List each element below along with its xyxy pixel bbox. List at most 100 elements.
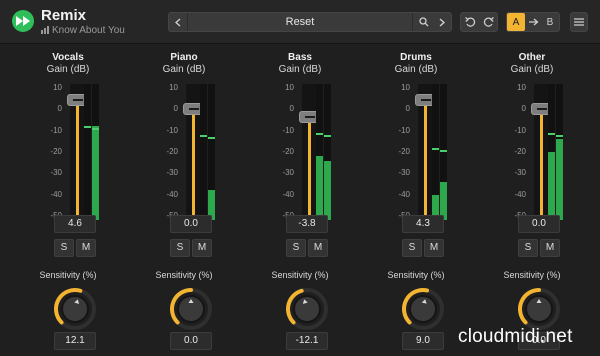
hamburger-menu-icon bbox=[574, 18, 584, 26]
level-meter-left bbox=[200, 84, 207, 220]
sensitivity-value-field[interactable]: 9.0 bbox=[402, 332, 444, 350]
sensitivity-label: Sensitivity (%) bbox=[155, 270, 213, 280]
sensitivity-value-field[interactable]: 0.0 bbox=[170, 332, 212, 350]
scale-tick-label: -20 bbox=[282, 147, 294, 156]
scale-tick-label: -30 bbox=[398, 168, 410, 178]
level-meter-left bbox=[316, 84, 323, 220]
gain-unit-label: Gain (dB) bbox=[278, 64, 322, 75]
level-meter-right bbox=[556, 84, 563, 220]
chevron-left-icon bbox=[175, 17, 181, 27]
gain-unit-label: Gain (dB) bbox=[394, 64, 438, 75]
mute-button[interactable]: M bbox=[192, 239, 212, 257]
redo-button[interactable] bbox=[479, 13, 497, 31]
channel-strip-other: OtherGain (dB)100-10-20-30-40-500.0SMSen… bbox=[474, 44, 590, 356]
solo-button[interactable]: S bbox=[402, 239, 422, 257]
ab-compare-group: A B bbox=[506, 12, 560, 32]
channel-name: Piano bbox=[170, 52, 198, 63]
scale-tick-label: -40 bbox=[50, 189, 62, 199]
scale-tick-label: 0 bbox=[521, 104, 526, 114]
undo-redo-group bbox=[460, 12, 498, 32]
scale-tick-label: -20 bbox=[514, 147, 526, 156]
sensitivity-knob[interactable] bbox=[50, 284, 100, 334]
gain-unit-label: Gain (dB) bbox=[46, 64, 90, 75]
scale-tick-label: 10 bbox=[53, 83, 62, 92]
scale-tick-label: -30 bbox=[166, 168, 178, 178]
scale-tick-label: -40 bbox=[166, 189, 178, 199]
prev-preset-button[interactable] bbox=[169, 13, 187, 31]
level-meter-right bbox=[92, 84, 99, 220]
solo-button[interactable]: S bbox=[54, 239, 74, 257]
gain-value-field[interactable]: 4.6 bbox=[54, 215, 96, 233]
channel-name: Drums bbox=[400, 52, 432, 63]
sensitivity-label: Sensitivity (%) bbox=[503, 270, 561, 280]
level-meter-right bbox=[324, 84, 331, 220]
scale-tick-label: -20 bbox=[166, 147, 178, 156]
sensitivity-value-field[interactable]: -12.1 bbox=[286, 332, 328, 350]
solo-button[interactable]: S bbox=[170, 239, 190, 257]
undo-icon bbox=[464, 17, 475, 27]
channel-name: Bass bbox=[288, 52, 312, 63]
scale-tick-label: 0 bbox=[405, 104, 410, 114]
plugin-header: Remix Know About You Reset A B bbox=[0, 0, 600, 44]
level-meter-right bbox=[208, 84, 215, 220]
mute-button[interactable]: M bbox=[424, 239, 444, 257]
mute-button[interactable]: M bbox=[308, 239, 328, 257]
gain-fader-fill bbox=[308, 117, 311, 220]
app-title: Remix bbox=[41, 7, 87, 24]
gain-value-field[interactable]: -3.8 bbox=[286, 215, 328, 233]
level-meter-left bbox=[432, 84, 439, 220]
gain-fader-fill bbox=[424, 100, 427, 220]
sensitivity-knob[interactable] bbox=[398, 284, 448, 334]
arrow-right-icon bbox=[529, 18, 539, 26]
preset-name[interactable]: Reset bbox=[187, 13, 413, 31]
scale-tick-label: -30 bbox=[514, 168, 526, 178]
channel-strip-bass: BassGain (dB)100-10-20-30-40-50-3.8SMSen… bbox=[242, 44, 358, 356]
play-logo-icon bbox=[12, 10, 34, 32]
redo-icon bbox=[483, 17, 494, 27]
scale-tick-label: -30 bbox=[50, 168, 62, 178]
scale-tick-label: 10 bbox=[169, 83, 178, 92]
scale-tick-label: -40 bbox=[398, 189, 410, 199]
sensitivity-knob[interactable] bbox=[282, 284, 332, 334]
channel-strip-vocals: VocalsGain (dB)100-10-20-30-40-504.6SMSe… bbox=[10, 44, 126, 356]
solo-button[interactable]: S bbox=[518, 239, 538, 257]
chevron-right-icon bbox=[439, 17, 445, 27]
scale-tick-label: -40 bbox=[514, 189, 526, 199]
level-bars-icon bbox=[41, 26, 49, 34]
gain-value-field[interactable]: 0.0 bbox=[518, 215, 560, 233]
level-meter-left bbox=[84, 84, 91, 220]
menu-button[interactable] bbox=[570, 12, 588, 32]
level-meter-right bbox=[440, 84, 447, 220]
search-icon bbox=[419, 17, 429, 27]
scale-tick-label: -10 bbox=[166, 125, 178, 135]
channel-name: Vocals bbox=[52, 52, 84, 63]
search-button[interactable] bbox=[415, 13, 433, 31]
ab-b-button[interactable]: B bbox=[541, 13, 559, 31]
solo-button[interactable]: S bbox=[286, 239, 306, 257]
scale-tick-label: 10 bbox=[401, 83, 410, 92]
next-preset-button[interactable] bbox=[433, 13, 451, 31]
undo-button[interactable] bbox=[461, 13, 479, 31]
gain-value-field[interactable]: 0.0 bbox=[170, 215, 212, 233]
watermark: cloudmidi.net bbox=[458, 326, 573, 347]
scale-tick-label: -10 bbox=[514, 125, 526, 135]
app-subtitle-text: Know About You bbox=[52, 25, 125, 36]
gain-value-field[interactable]: 4.3 bbox=[402, 215, 444, 233]
scale-tick-label: 10 bbox=[285, 83, 294, 92]
mute-button[interactable]: M bbox=[76, 239, 96, 257]
mute-button[interactable]: M bbox=[540, 239, 560, 257]
channel-strip-drums: DrumsGain (dB)100-10-20-30-40-504.3SMSen… bbox=[358, 44, 474, 356]
gain-unit-label: Gain (dB) bbox=[162, 64, 206, 75]
gain-fader-fill bbox=[192, 109, 195, 220]
scale-tick-label: -40 bbox=[282, 189, 294, 199]
channel-strip-piano: PianoGain (dB)100-10-20-30-40-500.0SMSen… bbox=[126, 44, 242, 356]
sensitivity-value-field[interactable]: 12.1 bbox=[54, 332, 96, 350]
gain-fader-fill bbox=[540, 109, 543, 220]
ab-a-button[interactable]: A bbox=[507, 13, 525, 31]
gain-fader-fill bbox=[76, 99, 79, 220]
level-meter-left bbox=[548, 84, 555, 220]
scale-tick-label: 0 bbox=[173, 104, 178, 114]
sensitivity-knob[interactable] bbox=[166, 284, 216, 334]
scale-tick-label: 0 bbox=[289, 104, 294, 114]
app-subtitle: Know About You bbox=[41, 25, 125, 36]
